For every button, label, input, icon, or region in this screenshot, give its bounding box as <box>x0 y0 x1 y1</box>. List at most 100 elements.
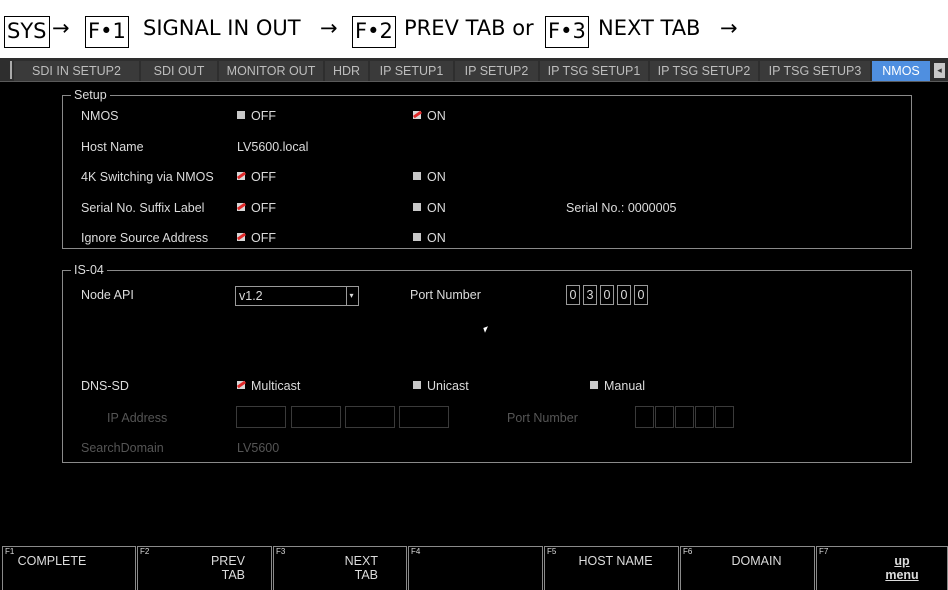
dns-multicast-option[interactable]: Multicast <box>237 378 300 394</box>
port-digit-4[interactable]: 0 <box>617 285 631 305</box>
f1-key: F•1 <box>85 16 129 48</box>
dns-multicast-text: Multicast <box>251 379 301 393</box>
serial-no-readout: Serial No.: 0000005 <box>566 201 677 215</box>
serial-suffix-label: Serial No. Suffix Label <box>81 201 205 215</box>
f5-host-name-button[interactable]: F5 HOST NAME <box>544 546 679 590</box>
checked-box-icon <box>237 233 245 241</box>
instruction-strip: SYS → F•1 SIGNAL IN OUT → F•2 PREV TAB o… <box>0 0 948 58</box>
dns-port-digit-2 <box>655 406 674 428</box>
f1-complete-button[interactable]: F1 COMPLETE <box>2 546 136 590</box>
sys-key: SYS <box>4 16 50 48</box>
ip-octet-3-field <box>345 406 395 428</box>
port-digit-2[interactable]: 3 <box>583 285 597 305</box>
arrow-2: → <box>320 16 338 40</box>
dns-unicast-text: Unicast <box>427 379 469 393</box>
unchecked-box-icon <box>413 203 421 211</box>
k4-on-text: ON <box>427 170 446 184</box>
f2-prev-tab-button[interactable]: F2 PREV TAB <box>137 546 272 590</box>
f2-key: F•2 <box>352 16 396 48</box>
host-name-label: Host Name <box>81 140 144 154</box>
f3-next-tab-button[interactable]: F3 NEXT TAB <box>273 546 407 590</box>
tab-bar: SDI IN SETUP2 SDI OUT MONITOR OUT HDR IP… <box>0 58 948 82</box>
port-digit-3[interactable]: 0 <box>600 285 614 305</box>
k4-on-option[interactable]: ON <box>413 169 446 185</box>
tab-ip-tsg-setup2[interactable]: IP TSG SETUP2 <box>650 61 758 81</box>
ip-address-label: IP Address <box>107 411 168 425</box>
k4-off-option[interactable]: OFF <box>237 169 276 185</box>
setup-group-title: Setup <box>71 87 110 103</box>
arrow-3: → <box>720 16 738 40</box>
ignore-on-text: ON <box>427 231 446 245</box>
ignore-source-label: Ignore Source Address <box>81 231 209 245</box>
tab-ip-tsg-setup1[interactable]: IP TSG SETUP1 <box>540 61 648 81</box>
checked-box-icon <box>237 203 245 211</box>
tab-scroll-left-icon[interactable]: ◂ <box>934 63 945 78</box>
unchecked-box-icon <box>590 381 598 389</box>
f3-label: NEXT TAB <box>344 554 378 582</box>
dns-unicast-option[interactable]: Unicast <box>413 378 469 394</box>
tab-ip-tsg-setup3[interactable]: IP TSG SETUP3 <box>760 61 870 81</box>
k4-off-text: OFF <box>251 170 276 184</box>
ignore-on-option[interactable]: ON <box>413 230 446 246</box>
f6-domain-button[interactable]: F6 DOMAIN <box>680 546 815 590</box>
is04-group: IS-04 <box>62 262 912 463</box>
ip-octet-4-field <box>399 406 449 428</box>
ignore-off-text: OFF <box>251 231 276 245</box>
unchecked-box-icon <box>413 172 421 180</box>
serial-on-option[interactable]: ON <box>413 200 446 216</box>
tab-sdi-out[interactable]: SDI OUT <box>141 61 217 81</box>
port-digit-5[interactable]: 0 <box>634 285 648 305</box>
port-digit-1[interactable]: 0 <box>566 285 580 305</box>
tab-monitor-out[interactable]: MONITOR OUT <box>219 61 323 81</box>
dns-port-digit-1 <box>635 406 654 428</box>
step2-text: PREV TAB or <box>404 16 534 40</box>
dns-port-digit-3 <box>675 406 694 428</box>
node-api-label: Node API <box>81 288 134 302</box>
node-api-select[interactable]: v1.2 ▾ <box>235 286 359 306</box>
unchecked-box-icon <box>413 233 421 241</box>
serial-off-option[interactable]: OFF <box>237 200 276 216</box>
ip-octet-2-field <box>291 406 341 428</box>
dns-sd-label: DNS-SD <box>81 379 129 393</box>
f7-up-menu-button[interactable]: F7 up menu <box>816 546 948 590</box>
tab-hdr[interactable]: HDR <box>325 61 368 81</box>
ignore-off-option[interactable]: OFF <box>237 230 276 246</box>
dns-manual-text: Manual <box>604 379 645 393</box>
tab-ip-setup2[interactable]: IP SETUP2 <box>455 61 538 81</box>
unchecked-box-icon <box>413 381 421 389</box>
f7-label: up menu <box>885 554 919 582</box>
arrow-1: → <box>52 16 70 40</box>
dns-manual-option[interactable]: Manual <box>590 378 645 394</box>
tab-sdi-in-setup2[interactable]: SDI IN SETUP2 <box>14 61 139 81</box>
search-domain-label: SearchDomain <box>81 441 164 455</box>
tab-nmos[interactable]: NMOS <box>872 61 930 81</box>
f2-label: PREV TAB <box>210 554 245 582</box>
step3-text: NEXT TAB <box>598 16 701 40</box>
dns-port-digit-5 <box>715 406 734 428</box>
tab-bar-left-edge <box>10 61 12 79</box>
node-api-value: v1.2 <box>239 289 263 303</box>
f1-label: COMPLETE <box>17 554 87 568</box>
search-domain-value: LV5600 <box>237 441 280 455</box>
is04-group-title: IS-04 <box>71 262 107 278</box>
tab-ip-setup1[interactable]: IP SETUP1 <box>370 61 453 81</box>
chevron-down-icon: ▾ <box>346 287 356 305</box>
dns-port-number-label: Port Number <box>507 411 578 425</box>
checked-box-icon <box>413 111 421 119</box>
port-number-label: Port Number <box>410 288 481 302</box>
checked-box-icon <box>237 381 245 389</box>
nmos-off-option[interactable]: OFF <box>237 108 276 124</box>
f6-label: DOMAIN <box>731 554 782 568</box>
nmos-off-text: OFF <box>251 109 276 123</box>
checked-box-icon <box>237 172 245 180</box>
nmos-on-option[interactable]: ON <box>413 108 446 124</box>
f4-number: F4 <box>411 547 421 556</box>
host-name-value[interactable]: LV5600.local <box>237 139 308 155</box>
f5-label: HOST NAME <box>578 554 653 568</box>
dns-port-digit-4 <box>695 406 714 428</box>
f4-button[interactable]: F4 <box>408 546 543 590</box>
serial-off-text: OFF <box>251 201 276 215</box>
serial-on-text: ON <box>427 201 446 215</box>
k4-switching-label: 4K Switching via NMOS <box>81 170 214 184</box>
instrument-screen: SDI IN SETUP2 SDI OUT MONITOR OUT HDR IP… <box>0 58 948 590</box>
